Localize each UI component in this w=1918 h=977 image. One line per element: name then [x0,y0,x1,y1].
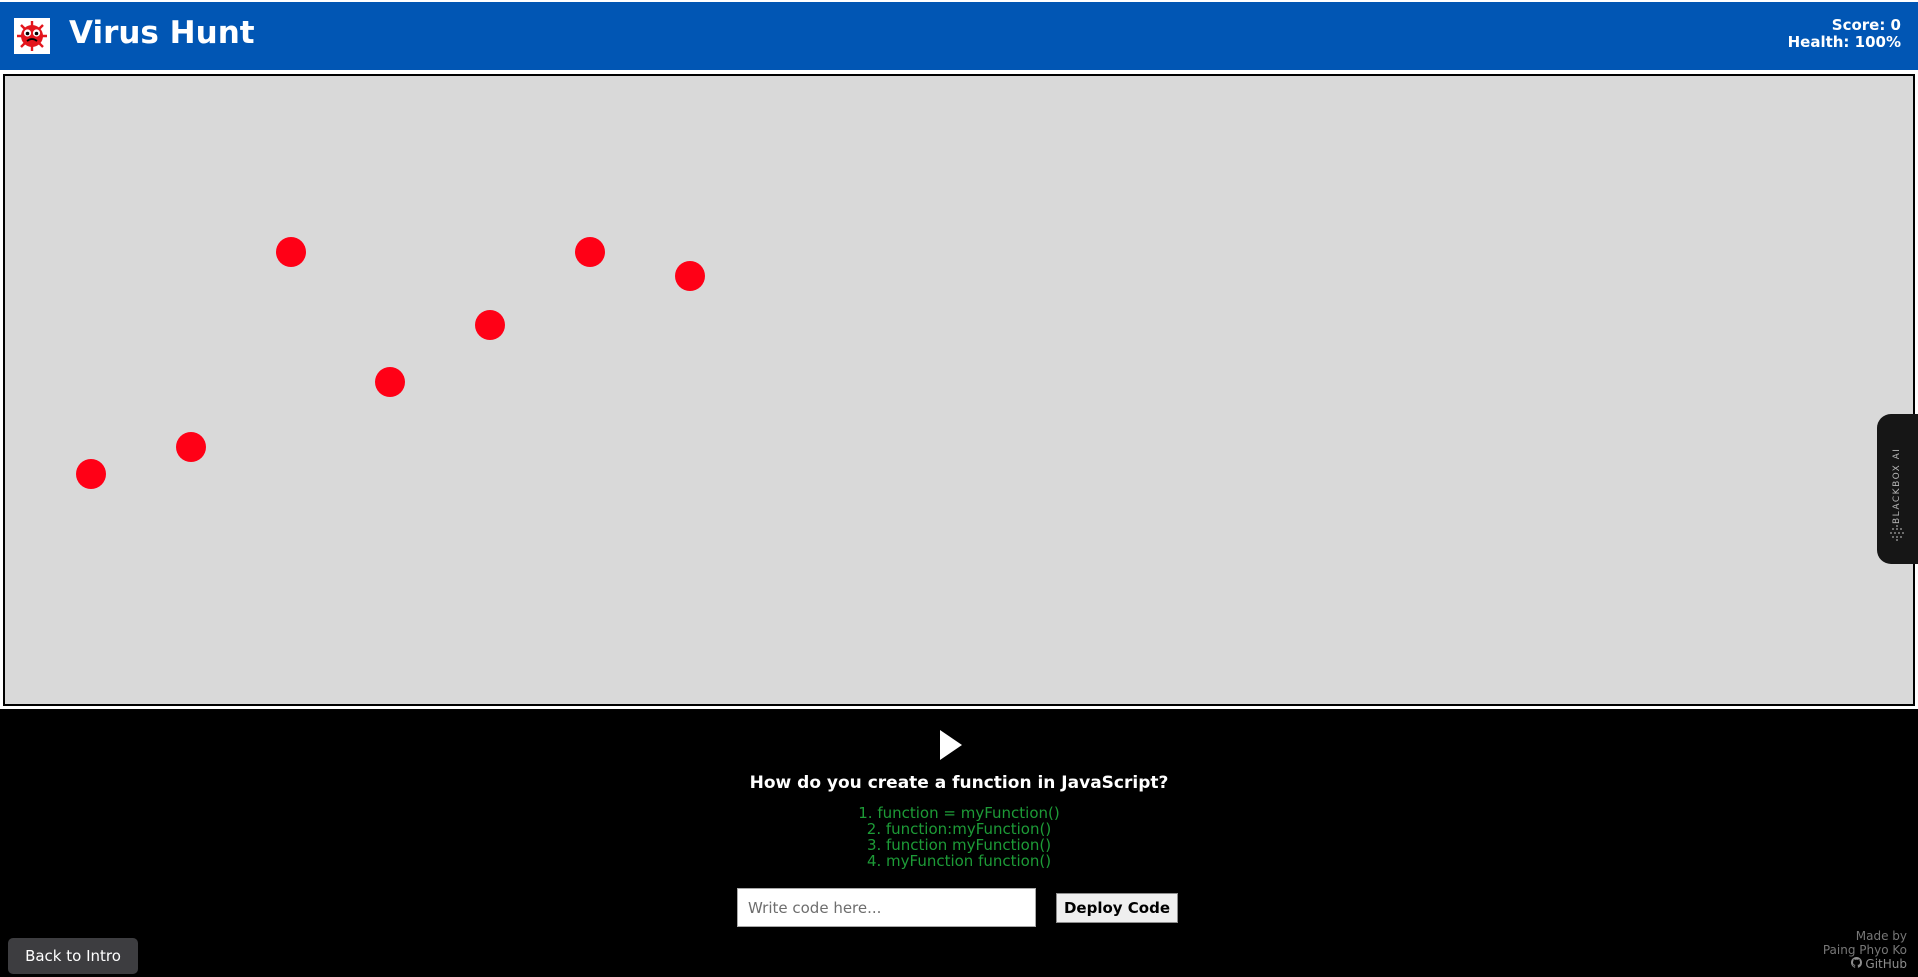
virus-enemy[interactable] [375,367,405,397]
github-label: GitHub [1865,957,1907,971]
author-name: Paing Phyo Ko [1822,943,1907,957]
game-field[interactable] [3,74,1915,706]
dots-icon [1888,524,1906,546]
game-field-container [0,70,1918,709]
answer-option: 4. myFunction function() [866,852,1052,870]
code-input[interactable] [737,888,1036,927]
answer-option: 2. function:myFunction() [866,820,1052,838]
github-link[interactable]: GitHub [1823,957,1907,971]
health-text: Health: 100% [1787,33,1901,51]
blackbox-side-tab[interactable]: BLACKBOX AI [1877,414,1918,564]
virus-enemy[interactable] [276,237,306,267]
github-icon [1851,957,1863,971]
deploy-code-button[interactable]: Deploy Code [1056,893,1178,923]
question-text: How do you create a function in JavaScri… [749,773,1169,793]
author-credit: Made by Paing Phyo Ko GitHub [1823,929,1907,971]
game-title: Virus Hunt [69,15,255,51]
stats-panel: Score: 0 Health: 100% [1788,17,1901,51]
score-text: Score: 0 [1831,16,1901,34]
virus-enemy[interactable] [475,310,505,340]
play-icon[interactable] [938,729,964,761]
answer-options: 1. function = myFunction() 2. function:m… [0,805,1918,869]
virus-icon [14,18,50,54]
virus-enemy[interactable] [575,237,605,267]
made-by-text: Made by [1855,929,1907,943]
virus-enemy[interactable] [176,432,206,462]
virus-enemy[interactable] [675,261,705,291]
back-to-intro-button[interactable]: Back to Intro [8,938,138,974]
answer-option: 1. function = myFunction() [858,804,1060,822]
header-bar: Virus Hunt Score: 0 Health: 100% [0,0,1918,70]
virus-enemy[interactable] [76,459,106,489]
answer-option: 3. function myFunction() [866,836,1052,854]
side-tab-label: BLACKBOX AI [1892,447,1902,525]
